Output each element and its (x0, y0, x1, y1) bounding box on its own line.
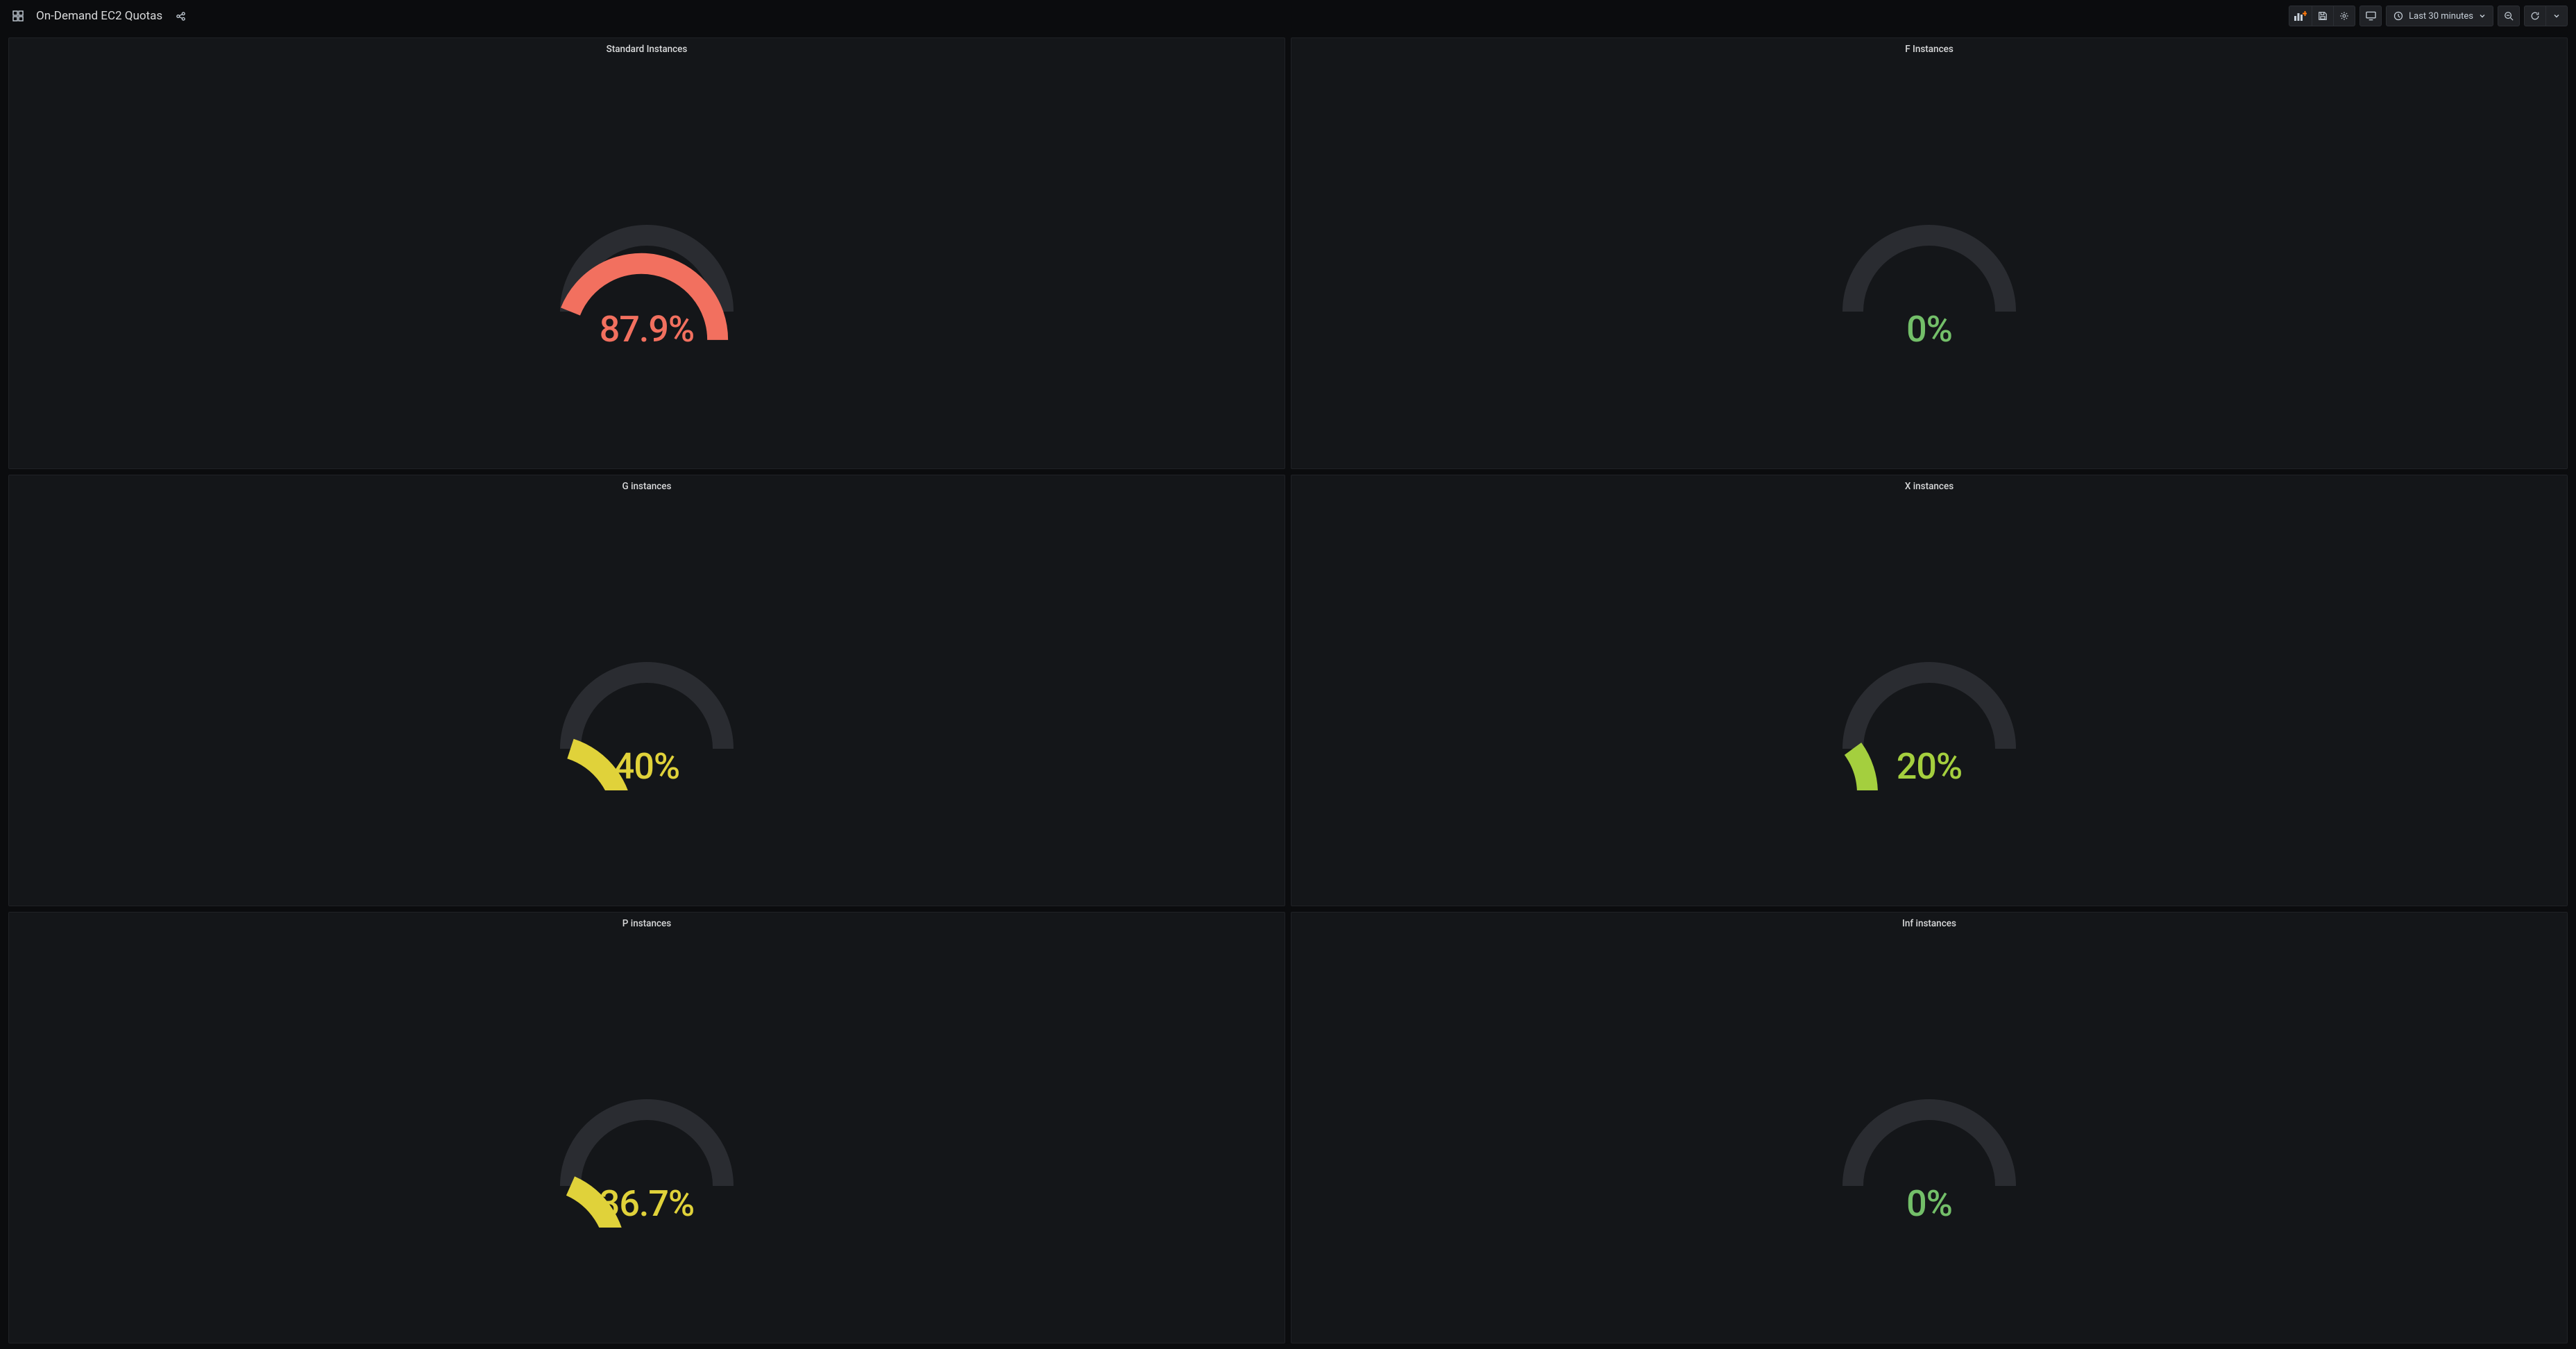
clock-icon (2393, 11, 2403, 21)
gauge-panel[interactable]: F Instances 0% (1291, 37, 2568, 469)
panel-title: Inf instances (1291, 913, 2567, 932)
gauge-panel[interactable]: X instances 20% (1291, 475, 2568, 906)
gauge-value: 40% (614, 745, 679, 788)
gauge-wrap: 36.7% (9, 932, 1285, 1343)
gauge-value: 20% (1897, 745, 1962, 788)
panel-title: F Instances (1291, 38, 2567, 58)
chevron-down-icon (2553, 12, 2560, 19)
panel-title: X instances (1291, 475, 2567, 495)
gauge-value: 36.7% (600, 1182, 694, 1225)
refresh-interval-dropdown[interactable] (2545, 6, 2568, 26)
chevron-down-icon (2479, 12, 2486, 19)
gauge-panel[interactable]: P instances 36.7% (8, 912, 1285, 1343)
dashboard-grid-icon[interactable] (7, 6, 29, 26)
time-range-label: Last 30 minutes (2409, 11, 2473, 22)
gauge-value: 87.9% (600, 308, 694, 350)
add-panel-button[interactable] (2289, 6, 2312, 26)
zoom-out-button[interactable] (2498, 6, 2520, 26)
topbar-right: Last 30 minutes (2289, 6, 2568, 26)
share-icon[interactable] (169, 6, 192, 26)
save-button[interactable] (2312, 6, 2334, 26)
gauge-wrap: 20% (1291, 495, 2567, 906)
gauge-wrap: 40% (9, 495, 1285, 906)
gauge-wrap: 87.9% (9, 58, 1285, 468)
dashboard-title: On-Demand EC2 Quotas (36, 9, 162, 23)
topbar-left: On-Demand EC2 Quotas (7, 6, 192, 26)
toolbar-group-panel (2289, 6, 2355, 26)
topbar: On-Demand EC2 Quotas (0, 0, 2576, 32)
gauge-value: 0% (1906, 308, 1952, 350)
panel-title: P instances (9, 913, 1285, 932)
gauge-panel[interactable]: Inf instances 0% (1291, 912, 2568, 1343)
gauge-wrap: 0% (1291, 932, 2567, 1343)
gauge-panel[interactable]: G instances 40% (8, 475, 1285, 906)
settings-button[interactable] (2333, 6, 2355, 26)
refresh-button[interactable] (2524, 6, 2546, 26)
panel-title: G instances (9, 475, 1285, 495)
refresh-group (2524, 6, 2568, 26)
gauge-value: 0% (1906, 1182, 1952, 1225)
time-range-picker[interactable]: Last 30 minutes (2386, 6, 2493, 26)
panel-title: Standard Instances (9, 38, 1285, 58)
dashboard-grid: Standard Instances 87.9% F Instances 0% G in… (0, 32, 2576, 1349)
gauge-wrap: 0% (1291, 58, 2567, 468)
gauge-panel[interactable]: Standard Instances 87.9% (8, 37, 1285, 469)
tv-mode-button[interactable] (2359, 6, 2382, 26)
